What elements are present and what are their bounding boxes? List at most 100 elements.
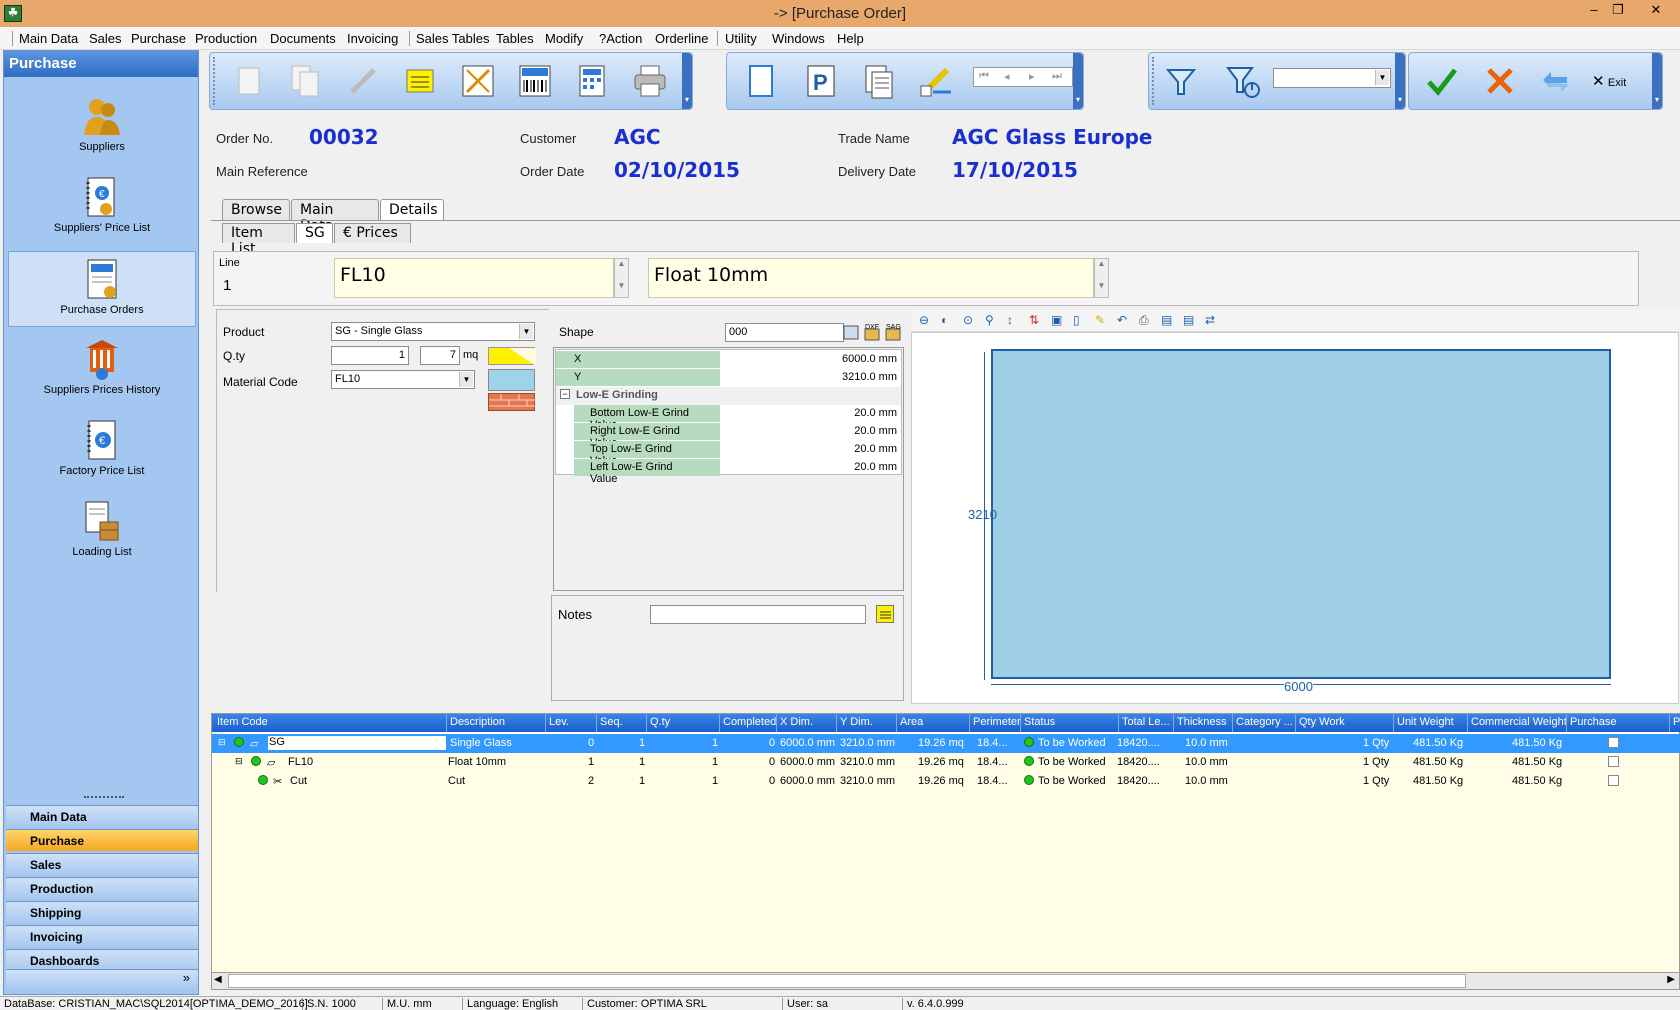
sidebar-item-prices-history[interactable]: Suppliers Prices History <box>8 332 196 408</box>
sidebar-item-price-list[interactable]: € Suppliers' Price List <box>8 170 196 246</box>
new-document-icon[interactable] <box>229 62 267 100</box>
zoom-icon[interactable]: ⚲ <box>985 313 994 327</box>
previous-record-icon[interactable]: ◂ <box>1004 70 1010 83</box>
splitter-grip[interactable] <box>84 796 124 800</box>
toolbar-overflow-button[interactable]: ▾ <box>1073 53 1083 109</box>
scroll-up-icon[interactable]: ▲ <box>615 259 628 275</box>
menu-tables[interactable]: Tables <box>496 31 534 46</box>
col-perimeter[interactable]: Perimeter <box>970 714 1021 732</box>
menu-sales[interactable]: Sales <box>89 31 122 46</box>
document-list-icon[interactable] <box>860 62 898 100</box>
print-icon[interactable] <box>631 62 669 100</box>
confirm-check-icon[interactable] <box>1423 62 1461 100</box>
col-y-dim[interactable]: Y Dim. <box>837 714 897 732</box>
vertical-dim-icon[interactable]: ↕ <box>1007 313 1013 327</box>
cancel-x-icon[interactable] <box>1481 62 1519 100</box>
menu-help[interactable]: Help <box>837 31 864 46</box>
glass-pane-shape[interactable] <box>991 349 1611 679</box>
col-total-length[interactable]: Total Le... <box>1119 714 1174 732</box>
material-code-combo[interactable]: FL10 ▼ <box>331 370 475 389</box>
menu-action[interactable]: ?Action <box>599 31 642 46</box>
col-unit-weight[interactable]: Unit Weight <box>1394 714 1468 732</box>
section-purchase[interactable]: Purchase <box>6 829 198 851</box>
save-dxf-icon[interactable]: ▤ <box>1183 313 1194 327</box>
measure-icon[interactable]: ⇅ <box>1029 313 1039 327</box>
export-icon[interactable]: ⇄ <box>1205 313 1215 327</box>
menu-production[interactable]: Production <box>195 31 257 46</box>
scroll-right-icon[interactable]: ▶ <box>1667 974 1675 985</box>
chevron-down-icon[interactable]: ▼ <box>1375 70 1389 85</box>
scroll-up-icon[interactable]: ▲ <box>1095 259 1108 275</box>
line-code-scrollbar[interactable]: ▲ ▼ <box>614 258 629 298</box>
notes-icon[interactable] <box>401 62 439 100</box>
line-code-field[interactable]: FL10 <box>334 258 614 298</box>
record-navigator[interactable]: ⏮ ◂ ▸ ⏭ <box>973 67 1073 87</box>
filter-combo[interactable]: ▼ <box>1273 68 1391 88</box>
mirror-icon[interactable]: ◐ <box>941 313 948 327</box>
col-level[interactable]: Lev. <box>546 714 597 732</box>
qty-input[interactable]: 1 <box>331 346 409 365</box>
table-row[interactable]: ⊟ ▱ FL10 Float 10mm 1 1 1 0 6000.0 mm 32… <box>212 753 1680 772</box>
notes-editor-icon[interactable] <box>876 605 894 623</box>
shape-input[interactable]: 000 <box>725 323 844 342</box>
frame-icon[interactable]: ▣ <box>1051 313 1062 327</box>
row-purchase-checkbox[interactable] <box>1608 775 1619 786</box>
sidebar-expand-button[interactable]: » <box>6 969 198 989</box>
col-completed[interactable]: Completed <box>720 714 777 732</box>
close-button[interactable]: ✕ <box>1643 2 1669 20</box>
copy-document-icon[interactable] <box>286 62 324 100</box>
menu-invoicing[interactable]: Invoicing <box>347 31 398 46</box>
filter-clear-icon[interactable] <box>1224 62 1262 100</box>
subtab-sg[interactable]: SG <box>296 223 333 243</box>
col-category[interactable]: Category ... <box>1233 714 1296 732</box>
section-view-icon[interactable]: ⊖ <box>919 313 929 327</box>
col-thickness[interactable]: Thickness <box>1174 714 1233 732</box>
low-e-coating-swatch[interactable] <box>488 347 536 366</box>
grid-horizontal-scrollbar[interactable]: ◀ ▶ <box>211 972 1680 990</box>
col-status[interactable]: Status <box>1021 714 1119 732</box>
sidebar-item-purchase-orders[interactable]: Purchase Orders <box>8 251 196 327</box>
next-record-icon[interactable]: ▸ <box>1029 70 1035 83</box>
product-combo[interactable]: SG - Single Glass ▼ <box>331 322 535 341</box>
col-sequence[interactable]: Seq. <box>597 714 647 732</box>
toolbar-overflow-button[interactable]: ▾ <box>1395 53 1405 109</box>
menu-modify[interactable]: Modify <box>545 31 583 46</box>
section-shipping[interactable]: Shipping <box>6 901 198 923</box>
save-sag-icon[interactable]: ▤ <box>1161 313 1172 327</box>
col-description[interactable]: Description <box>447 714 546 732</box>
menu-utility[interactable]: Utility <box>725 31 757 46</box>
scroll-left-icon[interactable]: ◀ <box>214 974 222 985</box>
col-qty[interactable]: Q.ty <box>647 714 720 732</box>
section-production[interactable]: Production <box>6 877 198 899</box>
scroll-thumb[interactable] <box>228 974 1466 988</box>
sidebar-item-factory-price-list[interactable]: € Factory Price List <box>8 413 196 489</box>
first-record-icon[interactable]: ⏮ <box>979 70 989 83</box>
qty-area-input[interactable]: 7 <box>420 346 460 365</box>
sidebar-item-loading-list[interactable]: Loading List <box>8 494 196 570</box>
col-commercial-weight[interactable]: Commercial Weight <box>1468 714 1567 732</box>
print-drawing-icon[interactable]: ⎙ <box>1139 313 1149 328</box>
row-purchase-checkbox[interactable] <box>1608 737 1619 748</box>
toolbar-overflow-button[interactable]: ▾ <box>682 53 692 109</box>
brick-pattern-icon[interactable] <box>488 393 536 411</box>
col-x-dim[interactable]: X Dim. <box>777 714 837 732</box>
menu-orderline[interactable]: Orderline <box>655 31 708 46</box>
page-icon[interactable]: ▯ <box>1073 313 1080 327</box>
sidebar-item-suppliers[interactable]: Suppliers <box>8 89 196 165</box>
filter-icon[interactable] <box>1162 62 1200 100</box>
col-item-code[interactable]: Item Code <box>214 714 447 732</box>
line-description-field[interactable]: Float 10mm <box>648 258 1094 298</box>
glass-view-icon[interactable] <box>742 62 780 100</box>
refresh-arrows-icon[interactable] <box>1537 62 1575 100</box>
parking-icon[interactable]: P <box>802 62 840 100</box>
optimize-icon[interactable] <box>459 62 497 100</box>
subtab-prices[interactable]: € Prices <box>334 223 411 243</box>
chevron-down-icon[interactable]: ▼ <box>519 324 533 339</box>
col-qty-work[interactable]: Qty Work <box>1296 714 1394 732</box>
chevron-down-icon[interactable]: ▼ <box>459 372 473 387</box>
toolbar-overflow-button[interactable]: ▾ <box>1652 53 1662 109</box>
subtab-item-list[interactable]: Item List <box>222 223 295 257</box>
color-pencil-icon[interactable] <box>917 62 955 100</box>
zoom-fit-icon[interactable]: ⊙ <box>963 313 973 327</box>
menu-sales-tables[interactable]: Sales Tables <box>416 31 489 46</box>
